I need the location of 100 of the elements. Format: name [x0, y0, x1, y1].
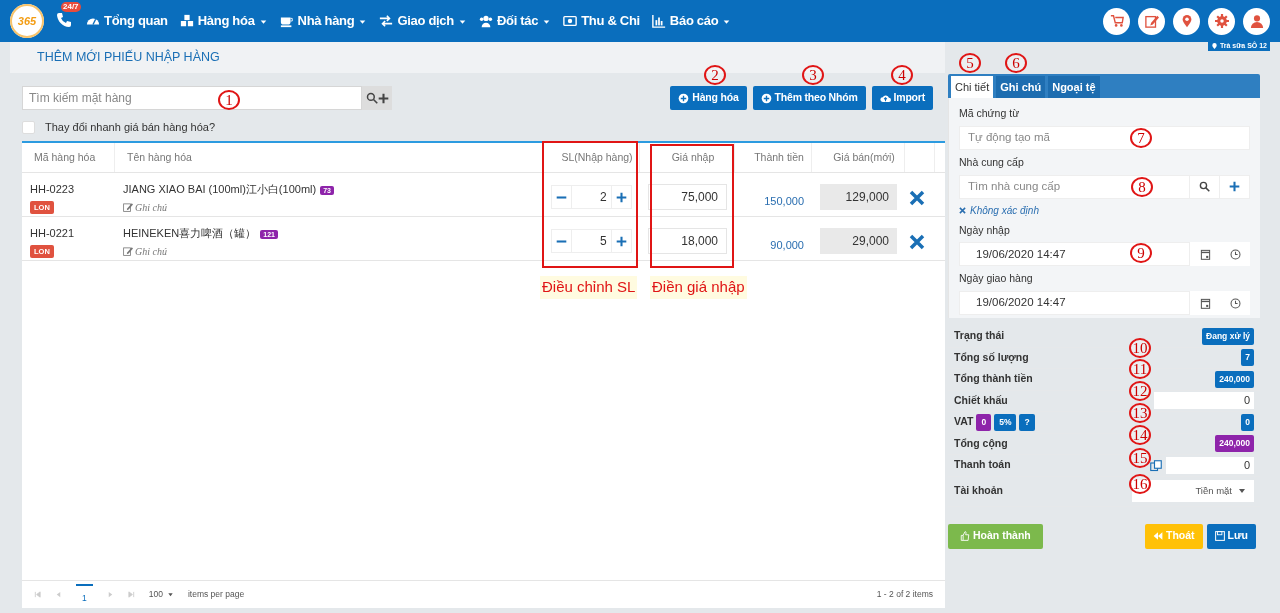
- arrows-icon: [379, 14, 394, 28]
- vat-option[interactable]: 5%: [994, 413, 1017, 431]
- copy-button[interactable]: [1150, 457, 1162, 474]
- search-add-button[interactable]: [362, 86, 392, 110]
- plus-icon: [1229, 181, 1240, 192]
- item-name: HEINEKEN喜力啤酒（罐）: [123, 227, 257, 239]
- close-icon[interactable]: [959, 206, 966, 214]
- nav-item[interactable]: Báo cáo: [651, 11, 732, 31]
- map-pin-icon: [1210, 42, 1218, 51]
- calendar-button[interactable]: [1190, 242, 1220, 267]
- add-button[interactable]: Hàng hóa: [670, 86, 747, 110]
- nav-item[interactable]: Hàng hóa: [179, 11, 268, 31]
- column-header: Thành tiền: [735, 143, 812, 172]
- map-pin-button[interactable]: [1173, 7, 1200, 35]
- item-code: HH-0223: [30, 182, 76, 197]
- number-callout: 13: [1129, 403, 1151, 423]
- nav-item[interactable]: Tổng quan: [86, 11, 168, 31]
- clock-button[interactable]: [1220, 242, 1250, 267]
- sale-price-field[interactable]: 129,000: [820, 184, 897, 210]
- cart-button[interactable]: [1103, 7, 1130, 35]
- calendar-button[interactable]: [1190, 291, 1220, 315]
- column-header: Giá bán(mới): [812, 143, 905, 172]
- summary-label: VAT: [954, 414, 974, 430]
- checkbox[interactable]: [22, 120, 35, 134]
- tab[interactable]: Ngoại tệ: [1048, 76, 1100, 98]
- column-header: Tên hàng hóa: [115, 143, 543, 172]
- caret-icon: [166, 591, 174, 598]
- item-code: HH-0221: [30, 226, 76, 241]
- nav-item[interactable]: Nhà hàng: [279, 11, 368, 31]
- number-callout: 7: [1130, 128, 1152, 148]
- cart-icon: [1109, 14, 1124, 28]
- field-label: Ngày nhập: [959, 222, 1011, 238]
- summary-value: 240,000: [1215, 370, 1254, 388]
- number-callout: 1: [218, 90, 240, 110]
- pagination-summary: 1 - 2 of 2 items: [876, 588, 933, 601]
- note-link[interactable]: Ghi chú: [123, 243, 535, 259]
- column-header: Giá nhập: [640, 143, 735, 172]
- close-icon: [909, 234, 925, 251]
- vat-option[interactable]: 0: [976, 413, 992, 431]
- price-field[interactable]: 18,000: [648, 228, 727, 254]
- clock-icon: [1229, 248, 1241, 260]
- page-number[interactable]: 1: [76, 584, 93, 605]
- checkbox-label: Thay đổi nhanh giá bán hàng hóa?: [45, 119, 216, 135]
- close-icon: [909, 190, 925, 207]
- remove-button[interactable]: [909, 233, 925, 251]
- number-callout: 8: [1131, 177, 1153, 197]
- edit-icon: [123, 202, 133, 212]
- number-callout: 3: [802, 65, 824, 85]
- annotation-caption: Điều chỉnh SL: [540, 276, 638, 299]
- date-field[interactable]: 19/06/2020 14:47: [959, 291, 1190, 315]
- phone-icon[interactable]: [56, 12, 72, 29]
- add-button[interactable]: Thêm theo Nhóm: [752, 86, 866, 110]
- unknown-link[interactable]: Không xác định: [970, 202, 1039, 218]
- sale-price-field[interactable]: 29,000: [820, 228, 897, 254]
- hotline-badge: 24/7: [61, 2, 81, 12]
- number-callout: 14: [1129, 425, 1151, 445]
- summary-label: Trạng thái: [954, 328, 1005, 344]
- note-link[interactable]: Ghi chú: [123, 199, 535, 215]
- summary-value: 7: [1241, 349, 1254, 367]
- save-button[interactable]: Lưu: [1206, 523, 1256, 549]
- calendar-icon: [1199, 248, 1211, 260]
- plus-icon: [615, 191, 627, 203]
- summary-input[interactable]: 0: [1166, 456, 1254, 474]
- number-callout: 10: [1129, 338, 1151, 358]
- tab[interactable]: Ghi chú: [996, 76, 1046, 98]
- tab[interactable]: Chi tiết: [951, 76, 994, 98]
- summary-label: Tổng thành tiền: [954, 371, 1033, 387]
- field-label: Nhà cung cấp: [959, 154, 1025, 170]
- line-total: 150,000: [763, 194, 804, 209]
- summary-label: Thanh toán: [954, 457, 1011, 473]
- nav-item[interactable]: Đối tác: [478, 11, 552, 31]
- cloud-upload-icon: [879, 92, 891, 104]
- field-label: Mã chứng từ: [959, 106, 1021, 121]
- users-icon: [478, 14, 493, 28]
- import-button[interactable]: Import: [871, 86, 933, 110]
- settings-icon: [1214, 14, 1229, 28]
- remove-button[interactable]: [909, 189, 925, 207]
- edit-button[interactable]: [1138, 7, 1165, 35]
- nav-item[interactable]: Thu & Chi: [563, 11, 640, 31]
- page-size-label: items per page: [187, 588, 245, 601]
- plus-icon: [377, 92, 389, 104]
- calendar-icon: [1199, 297, 1211, 309]
- money-icon: [563, 14, 578, 28]
- search-icon: [365, 92, 378, 104]
- number-callout: 11: [1129, 359, 1151, 379]
- settings-button[interactable]: [1208, 7, 1235, 35]
- plus-icon: [615, 235, 627, 247]
- page-size-select[interactable]: 100: [148, 588, 174, 601]
- summary-label: Chiết khấu: [954, 392, 1008, 408]
- user-button[interactable]: [1243, 7, 1270, 35]
- price-field[interactable]: 75,000: [648, 184, 727, 210]
- nav-item[interactable]: Giao dịch: [379, 11, 467, 31]
- add-button[interactable]: [1220, 174, 1250, 199]
- search-button[interactable]: [1190, 174, 1220, 199]
- copy-icon: [1150, 459, 1162, 472]
- column-header: SL(Nhập hàng): [543, 143, 640, 172]
- vat-option[interactable]: ?: [1019, 413, 1035, 431]
- summary-value: Đang xử lý: [1202, 327, 1254, 345]
- clock-button[interactable]: [1220, 291, 1250, 315]
- summary-input[interactable]: 0: [1154, 392, 1254, 410]
